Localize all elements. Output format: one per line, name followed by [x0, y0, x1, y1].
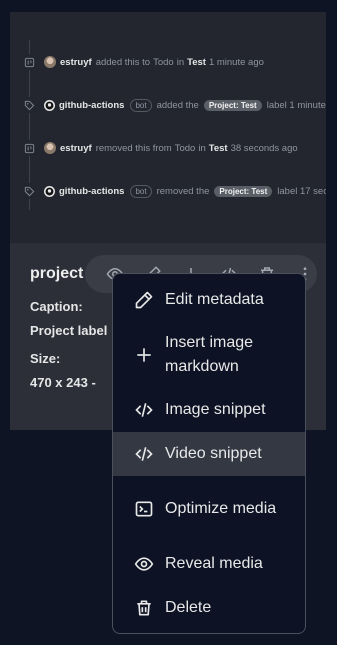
media-actions-menu: Edit metadata Insert image markdown Imag… — [112, 273, 306, 634]
menu-item-image-snippet[interactable]: Image snippet — [113, 388, 305, 432]
event-user[interactable]: github-actions — [59, 100, 124, 111]
bot-badge: bot — [130, 184, 152, 198]
event-in: in — [198, 142, 206, 154]
github-icon — [44, 185, 55, 197]
event-user[interactable]: estruyf — [60, 143, 92, 154]
menu-item-label: Delete — [165, 599, 212, 616]
menu-item-delete[interactable]: Delete — [113, 586, 305, 630]
event-from: Todo — [174, 142, 196, 154]
timeline-event: estruyf added this to Todo in Test 1 min… — [21, 54, 264, 70]
menu-item-optimize-media[interactable]: Optimize media — [113, 476, 305, 542]
github-icon — [44, 99, 55, 111]
project-icon — [21, 140, 37, 156]
event-suffix: label 17 sec — [277, 185, 326, 197]
avatar — [44, 142, 56, 154]
media-preview: estruyf added this to Todo in Test 1 min… — [10, 12, 326, 243]
event-user[interactable]: github-actions — [59, 186, 124, 197]
caption-value: Project label — [30, 323, 108, 338]
eye-icon — [133, 553, 155, 575]
menu-item-label: Video snippet — [165, 445, 262, 462]
size-label: Size: — [30, 351, 61, 366]
menu-item-label: Insert image markdown — [165, 334, 254, 375]
label-badge[interactable]: Project: Test — [214, 185, 273, 197]
menu-item-label: Edit metadata — [165, 291, 264, 308]
event-in: in — [176, 56, 185, 68]
menu-item-label: Reveal media — [165, 555, 263, 572]
menu-item-edit-metadata[interactable]: Edit metadata — [113, 278, 305, 322]
event-action: added this to — [95, 56, 151, 68]
pencil-icon — [133, 289, 155, 311]
plus-icon — [133, 344, 155, 366]
avatar — [44, 56, 56, 68]
event-from: Todo — [153, 56, 174, 68]
timeline-event: estruyf removed this from Todo in Test 3… — [21, 140, 298, 156]
timeline-event: github-actions bot removed the Project: … — [21, 183, 326, 199]
tag-icon — [21, 183, 37, 199]
bot-badge: bot — [130, 98, 152, 112]
menu-item-video-snippet[interactable]: Video snippet — [113, 432, 305, 476]
size-value: 470 x 243 - — [30, 375, 96, 390]
event-action: removed this from — [95, 142, 172, 154]
event-action: removed the — [156, 185, 210, 197]
event-project[interactable]: Test — [187, 57, 206, 68]
event-project[interactable]: Test — [209, 143, 228, 154]
event-suffix: label 1 minute — [266, 99, 326, 111]
trash-icon — [133, 597, 155, 619]
caption-label: Caption: — [30, 299, 83, 314]
menu-item-reveal-media[interactable]: Reveal media — [113, 542, 305, 586]
event-time: 1 minute ago — [208, 56, 264, 68]
event-time: 38 seconds ago — [230, 142, 298, 154]
menu-item-label: Image snippet — [165, 401, 266, 418]
event-action: added the — [156, 99, 199, 111]
project-icon — [21, 54, 37, 70]
label-badge[interactable]: Project: Test — [203, 99, 262, 111]
terminal-icon — [133, 498, 155, 520]
code-icon — [133, 399, 155, 421]
timeline-event: github-actions bot added the Project: Te… — [21, 97, 326, 113]
menu-item-label: Optimize media — [165, 500, 277, 517]
tag-icon — [21, 97, 37, 113]
media-title: project — [30, 265, 84, 282]
event-user[interactable]: estruyf — [60, 57, 92, 68]
code-icon — [133, 443, 155, 465]
menu-item-insert-image-markdown[interactable]: Insert image markdown — [113, 322, 305, 388]
